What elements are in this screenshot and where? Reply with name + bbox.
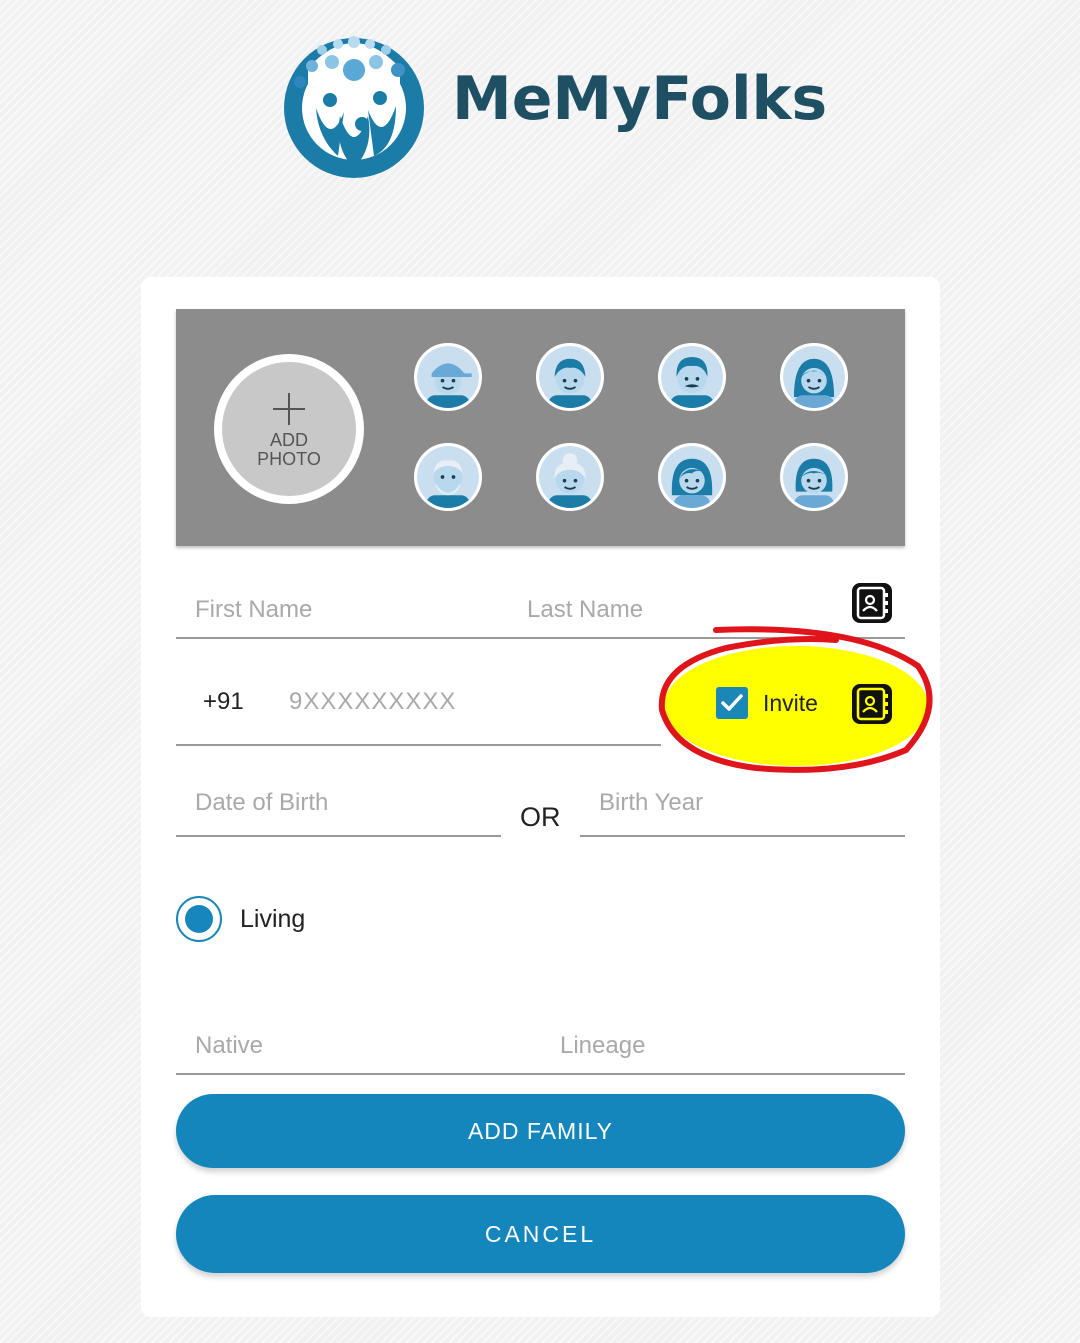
grandfather-avatar[interactable] [414, 443, 482, 511]
contact-book-icon [856, 586, 888, 620]
girl-avatar[interactable] [780, 343, 848, 411]
cancel-button[interactable]: CANCEL [176, 1195, 905, 1273]
contact-book-icon [856, 687, 888, 721]
lineage-field[interactable]: Lineage [560, 1032, 645, 1060]
first-name-field[interactable]: First Name [195, 596, 312, 624]
native-field[interactable]: Native [195, 1032, 263, 1060]
dob-underline [176, 835, 501, 837]
checkmark-icon [721, 694, 743, 711]
birth-year-field[interactable]: Birth Year [599, 789, 703, 817]
country-code-selector[interactable]: +91 [203, 688, 244, 716]
add-photo-label-2: PHOTO [257, 449, 321, 469]
or-separator: OR [520, 802, 561, 832]
add-photo-button[interactable]: ADD PHOTO [214, 354, 364, 504]
invite-checkbox[interactable] [716, 687, 748, 719]
woman-avatar[interactable] [658, 443, 726, 511]
living-label: Living [240, 905, 306, 933]
phone-underline [176, 744, 661, 746]
boy-cap-avatar[interactable] [414, 343, 482, 411]
birth-year-underline [580, 835, 905, 837]
app-title: MeMyFolks [452, 64, 828, 134]
add-photo-label: ADD [269, 430, 308, 450]
invite-contacts-button[interactable] [852, 684, 892, 724]
invite-label: Invite [763, 690, 818, 716]
family-logo-icon [284, 36, 424, 178]
grandmother-avatar[interactable] [536, 443, 604, 511]
app-logo: MeMyFolks [278, 28, 827, 183]
last-name-field[interactable]: Last Name [527, 596, 643, 624]
girl-short-hair-avatar[interactable] [780, 443, 848, 511]
boy-avatar[interactable] [536, 343, 604, 411]
radio-dot [185, 905, 213, 933]
man-mustache-avatar[interactable] [658, 343, 726, 411]
plus-icon [273, 393, 305, 425]
native-underline [176, 1073, 905, 1075]
date-of-birth-field[interactable]: Date of Birth [195, 789, 328, 817]
phone-number-field[interactable]: 9XXXXXXXXX [289, 688, 456, 716]
contacts-picker-button[interactable] [852, 583, 892, 623]
living-radio[interactable] [176, 896, 222, 942]
add-family-button[interactable]: ADD FAMILY [176, 1094, 905, 1168]
